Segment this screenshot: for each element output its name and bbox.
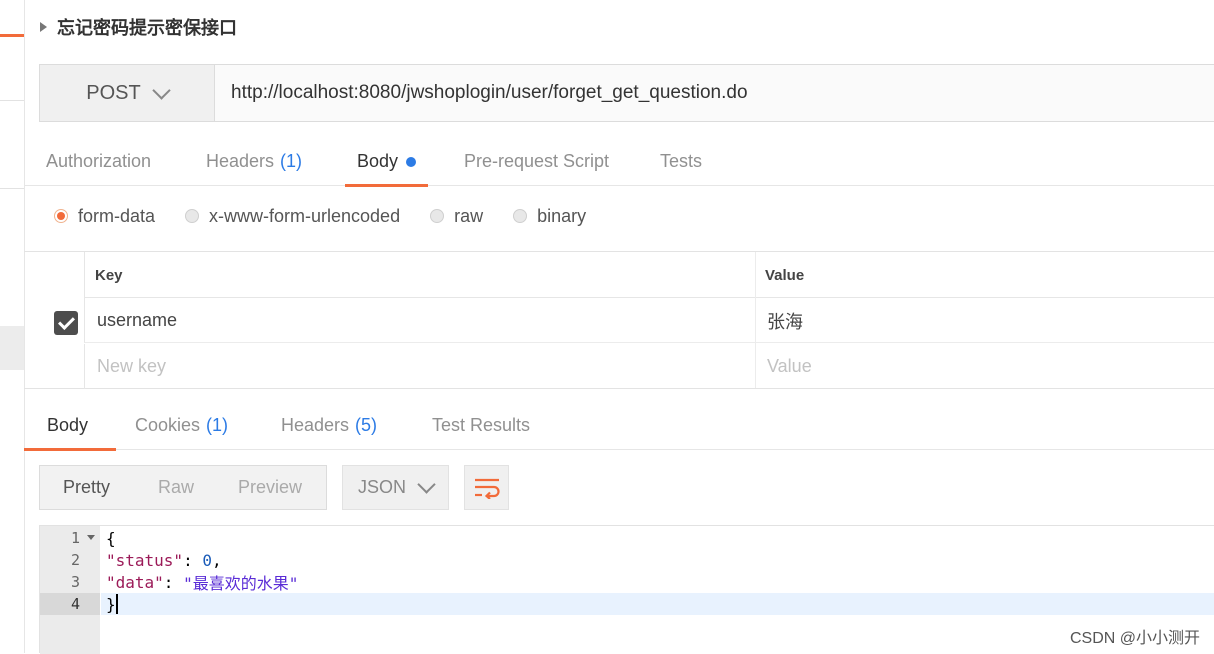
tab-pre-request-script[interactable]: Pre-request Script <box>464 138 609 185</box>
sidebar-selected-item[interactable] <box>0 326 24 370</box>
code-line-active: } <box>101 593 1214 615</box>
tab-cookies[interactable]: Cookies (1) <box>135 402 228 449</box>
request-title[interactable]: 忘记密码提示密保接口 <box>40 12 237 42</box>
view-preview-button[interactable]: Preview <box>238 466 302 509</box>
view-pretty-button[interactable]: Pretty <box>40 466 158 509</box>
request-name: 忘记密码提示密保接口 <box>57 18 237 39</box>
table-row: username 张海 <box>84 298 1214 343</box>
request-tabs: Authorization Headers (1) Body Pre-reque… <box>24 138 1214 187</box>
tab-body[interactable]: Body <box>345 138 429 187</box>
tab-tests[interactable]: Tests <box>660 138 702 185</box>
radio-icon <box>185 209 200 223</box>
url-text: http://localhost:8080/jwshoplogin/user/f… <box>231 82 748 103</box>
tab-count: (1) <box>206 415 229 435</box>
active-tab-underline <box>24 448 117 451</box>
tab-label: Cookies <box>135 415 201 435</box>
tab-label: Authorization <box>46 151 152 171</box>
tab-label: Headers <box>281 415 350 435</box>
view-mode-segmented: Pretty Raw Preview <box>39 465 327 510</box>
code-line: "data": "最喜欢的水果" <box>106 572 299 594</box>
radio-selected-icon <box>54 209 68 223</box>
method-label: POST <box>86 81 141 104</box>
radio-icon <box>513 209 528 223</box>
modified-dot-icon <box>406 156 417 167</box>
radio-x-www-form-urlencoded[interactable]: x-www-form-urlencoded <box>185 206 400 227</box>
params-table-header: Key Value <box>84 252 1214 298</box>
params-table: Key Value username 张海 New key Value <box>24 251 1214 389</box>
tab-response-body[interactable]: Body <box>24 402 117 451</box>
chevron-down-icon <box>152 80 171 100</box>
value-column-header: Value <box>765 266 805 284</box>
radio-label: form-data <box>78 205 156 226</box>
format-label: JSON <box>357 477 406 497</box>
tab-headers[interactable]: Headers (1) <box>206 138 302 185</box>
key-cell[interactable]: username <box>97 298 177 343</box>
response-tabs: Body Cookies (1) Headers (5) Test Result… <box>24 402 1214 451</box>
new-key-input[interactable]: New key <box>97 344 166 389</box>
text-cursor <box>115 594 118 614</box>
radio-label: raw <box>454 205 484 226</box>
radio-binary[interactable]: binary <box>513 206 586 227</box>
sidebar-divider <box>0 188 24 189</box>
tab-authorization[interactable]: Authorization <box>46 138 151 185</box>
line-number: 2 <box>70 551 80 569</box>
table-row-new: New key Value <box>84 344 1214 389</box>
tab-count: (5) <box>355 415 378 435</box>
tab-label: Body <box>357 151 399 171</box>
fold-caret-icon[interactable] <box>87 535 95 540</box>
url-bar: POST http://localhost:8080/jwshoplogin/u… <box>39 64 1214 122</box>
wrap-lines-button[interactable] <box>464 465 509 510</box>
row-enabled-checkbox[interactable] <box>54 311 78 335</box>
active-tab-underline <box>345 184 429 187</box>
tab-test-results[interactable]: Test Results <box>432 402 530 449</box>
tab-label: Tests <box>660 151 703 171</box>
tab-label: Body <box>47 415 89 435</box>
sidebar-active-indicator <box>0 34 24 37</box>
watermark: CSDN @小小测开 <box>1069 630 1200 647</box>
radio-raw[interactable]: raw <box>430 206 483 227</box>
line-number-active: 4 <box>40 593 100 615</box>
body-type-radios: form-data x-www-form-urlencoded raw bina… <box>54 200 616 232</box>
tab-response-headers[interactable]: Headers (5) <box>281 402 377 449</box>
line-number: 1 <box>40 527 100 549</box>
method-dropdown[interactable]: POST <box>40 65 215 121</box>
radio-label: binary <box>537 205 587 226</box>
wrap-lines-icon <box>474 478 500 499</box>
sidebar-divider <box>0 100 24 101</box>
radio-icon <box>430 209 445 223</box>
view-raw-button[interactable]: Raw <box>158 466 238 509</box>
expand-caret-icon[interactable] <box>40 22 47 32</box>
value-cell[interactable]: 张海 <box>767 298 803 343</box>
tab-label: Test Results <box>432 415 531 435</box>
code-line: { <box>106 528 116 548</box>
response-code-editor[interactable]: 1 2 3 4 { "status": 0, "data": "最喜欢的水果" … <box>39 525 1214 654</box>
code-line: "status": 0, <box>106 550 222 570</box>
tab-label: Headers <box>206 151 275 171</box>
chevron-down-icon <box>417 475 436 494</box>
tab-label: Pre-request Script <box>464 151 610 171</box>
key-column-header: Key <box>95 266 123 284</box>
radio-form-data[interactable]: form-data <box>54 206 155 227</box>
column-divider <box>755 252 756 388</box>
url-input[interactable]: http://localhost:8080/jwshoplogin/user/f… <box>215 65 1214 121</box>
new-value-input[interactable]: Value <box>767 344 812 389</box>
format-dropdown[interactable]: JSON <box>342 465 449 510</box>
tab-count: (1) <box>280 151 303 171</box>
radio-label: x-www-form-urlencoded <box>209 205 401 226</box>
line-number: 3 <box>70 573 80 591</box>
